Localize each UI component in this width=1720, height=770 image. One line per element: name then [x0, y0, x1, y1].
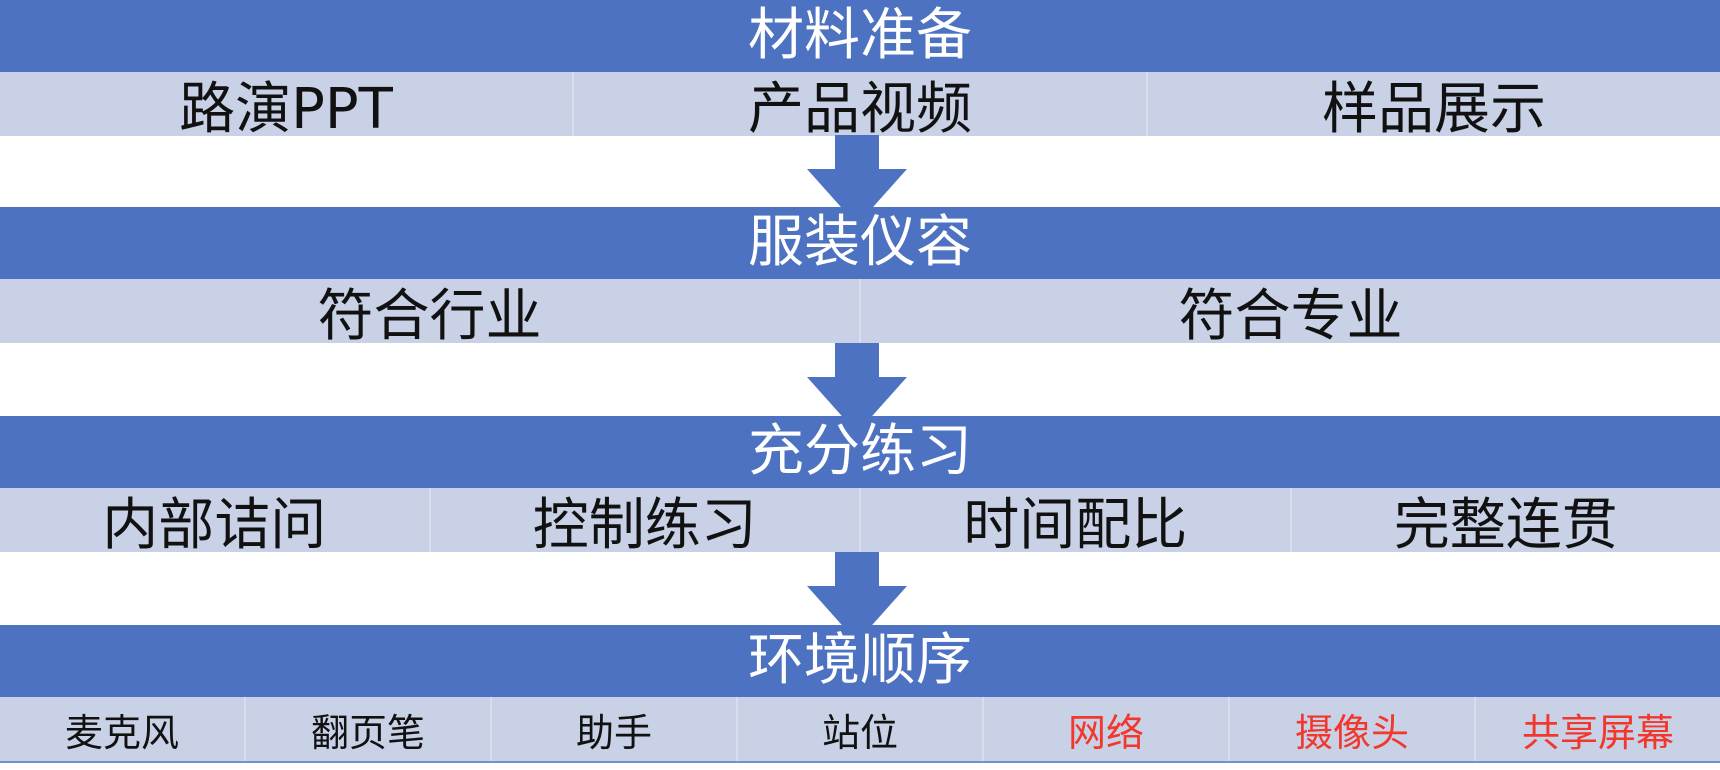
stage-3-item: 完整连贯 — [1393, 492, 1618, 558]
stage-4-item: 助手 — [492, 697, 738, 761]
stage-2-header: 服装仪容 — [0, 207, 1720, 279]
stage-1-header: 材料准备 — [0, 0, 1720, 72]
stage-1-items: 路演PPT 产品视频 样品展示 — [0, 72, 1720, 142]
stage-4-item: 翻页笔 — [246, 697, 492, 761]
stage-1-item: 样品展示 — [1322, 76, 1546, 142]
stage-4-title: 环境顺序 — [748, 628, 972, 693]
stage-4-header: 环境顺序 — [0, 625, 1720, 697]
stage-3-title: 充分练习 — [748, 419, 972, 484]
stage-2-item: 符合行业 — [0, 279, 861, 349]
stage-4-item: 麦克风 — [0, 697, 246, 761]
stage-1-item: 路演PPT — [0, 72, 574, 142]
stage-3-item: 内部诘问 — [0, 488, 431, 558]
stage-3-item: 控制练习 — [431, 488, 861, 558]
stage-4-items: 麦克风 翻页笔 助手 站位 网络 摄像头 共享屏幕 — [0, 697, 1720, 761]
stage-4-item-highlight: 摄像头 — [1230, 697, 1476, 761]
stage-4-item: 站位 — [738, 697, 984, 761]
stage-2-item: 符合专业 — [1178, 283, 1403, 349]
bottom-divider — [0, 761, 1720, 763]
stage-1-item: 产品视频 — [574, 72, 1148, 142]
stage-2-items: 符合行业 符合专业 — [0, 279, 1720, 349]
stage-1-title: 材料准备 — [748, 3, 972, 68]
stage-4-item-highlight: 网络 — [984, 697, 1230, 761]
stage-2-title: 服装仪容 — [748, 210, 972, 275]
stage-3-header: 充分练习 — [0, 416, 1720, 488]
stage-4-item-highlight: 共享屏幕 — [1521, 710, 1674, 755]
stage-3-item: 时间配比 — [861, 488, 1292, 558]
stage-3-items: 内部诘问 控制练习 时间配比 完整连贯 — [0, 488, 1720, 558]
